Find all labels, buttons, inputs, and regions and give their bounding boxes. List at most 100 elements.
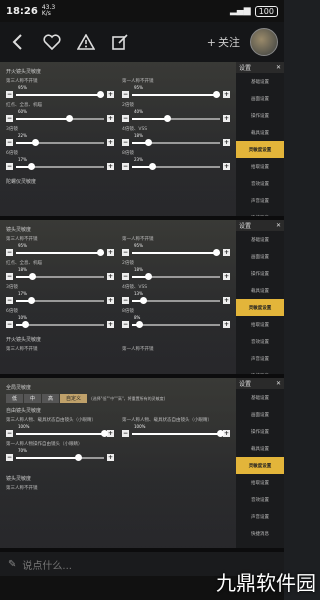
slider-track[interactable] — [132, 162, 220, 170]
slider-handle[interactable] — [164, 114, 172, 122]
sidebar-item[interactable]: 声音设置 — [236, 508, 284, 525]
slider-track[interactable] — [132, 272, 220, 280]
decrease-button[interactable]: − — [6, 321, 13, 328]
slider-track[interactable] — [16, 248, 104, 256]
sidebar-item[interactable]: 载具设置 — [236, 440, 284, 457]
increase-button[interactable]: + — [107, 297, 114, 304]
slider-track[interactable] — [16, 138, 104, 146]
slider-handle[interactable] — [140, 296, 148, 304]
increase-button[interactable]: + — [223, 115, 230, 122]
close-icon[interactable]: ✕ — [276, 380, 281, 387]
sensitivity-slider[interactable]: − + — [6, 162, 114, 171]
slider-track[interactable] — [16, 162, 104, 170]
sensitivity-slider[interactable]: − + — [122, 296, 230, 305]
sidebar-item[interactable]: 声音设置 — [236, 192, 284, 209]
slider-handle[interactable] — [144, 138, 152, 146]
sensitivity-slider[interactable]: − + — [6, 296, 114, 305]
increase-button[interactable]: + — [223, 139, 230, 146]
slider-handle[interactable] — [144, 272, 152, 280]
back-icon[interactable] — [6, 30, 30, 54]
increase-button[interactable]: + — [107, 163, 114, 170]
share-edit-icon[interactable] — [108, 30, 132, 54]
increase-button[interactable]: + — [107, 430, 114, 437]
sidebar-item[interactable]: 音效设置 — [236, 333, 284, 350]
slider-handle[interactable] — [27, 162, 35, 170]
slider-handle[interactable] — [65, 114, 73, 122]
report-warning-icon[interactable] — [74, 30, 98, 54]
slider-handle[interactable] — [74, 453, 82, 461]
slider-handle[interactable] — [101, 429, 108, 437]
slider-track[interactable] — [16, 453, 104, 461]
sidebar-item[interactable]: 灵敏度设置 — [236, 457, 284, 474]
decrease-button[interactable]: − — [122, 249, 129, 256]
decrease-button[interactable]: − — [6, 139, 13, 146]
sidebar-item[interactable]: 载具设置 — [236, 124, 284, 141]
sensitivity-slider[interactable]: − + — [122, 138, 230, 147]
slider-track[interactable] — [132, 248, 220, 256]
decrease-button[interactable]: − — [122, 430, 129, 437]
sensitivity-slider[interactable]: − + — [6, 429, 114, 438]
sensitivity-slider[interactable]: − + — [6, 272, 114, 281]
post-image-feed[interactable]: 开火镜头灵敏度 第三人称不开镜 95% − + 第一人称不开镜 95% − + 红点、全息、机瞄… — [0, 62, 284, 552]
sidebar-item[interactable]: 载具设置 — [236, 282, 284, 299]
increase-button[interactable]: + — [223, 297, 230, 304]
slider-track[interactable] — [16, 296, 104, 304]
sidebar-item[interactable]: 灵敏度设置 — [236, 141, 284, 158]
sensitivity-slider[interactable]: − + — [6, 453, 114, 462]
increase-button[interactable]: + — [223, 91, 230, 98]
increase-button[interactable]: + — [107, 91, 114, 98]
sidebar-item[interactable]: 灵敏度设置 — [236, 299, 284, 316]
slider-handle[interactable] — [96, 248, 104, 256]
slider-track[interactable] — [16, 114, 104, 122]
author-avatar[interactable] — [250, 28, 278, 56]
increase-button[interactable]: + — [107, 115, 114, 122]
decrease-button[interactable]: − — [6, 115, 13, 122]
slider-track[interactable] — [16, 272, 104, 280]
slider-handle[interactable] — [217, 429, 224, 437]
increase-button[interactable]: + — [107, 321, 114, 328]
sidebar-item[interactable]: 基础设置 — [236, 231, 284, 248]
close-icon[interactable]: ✕ — [276, 222, 281, 229]
slider-handle[interactable] — [32, 138, 40, 146]
comment-input[interactable]: 说点什么... — [22, 557, 72, 572]
decrease-button[interactable]: − — [6, 91, 13, 98]
sensitivity-slider[interactable]: − + — [122, 114, 230, 123]
sensitivity-slider[interactable]: − + — [6, 248, 114, 257]
sidebar-item[interactable]: 画面设置 — [236, 90, 284, 107]
follow-button[interactable]: + 关注 — [207, 34, 240, 50]
sidebar-item[interactable]: 基础设置 — [236, 73, 284, 90]
slider-handle[interactable] — [21, 320, 29, 328]
sensitivity-slider[interactable]: − + — [122, 248, 230, 257]
sidebar-item[interactable]: 声音设置 — [236, 350, 284, 367]
slider-handle[interactable] — [149, 162, 157, 170]
decrease-button[interactable]: − — [6, 249, 13, 256]
slider-handle[interactable] — [96, 90, 104, 98]
slider-handle[interactable] — [212, 248, 220, 256]
decrease-button[interactable]: − — [6, 273, 13, 280]
close-icon[interactable]: ✕ — [276, 64, 281, 71]
slider-track[interactable] — [132, 114, 220, 122]
sidebar-item[interactable]: 音效设置 — [236, 491, 284, 508]
decrease-button[interactable]: − — [122, 273, 129, 280]
slider-handle[interactable] — [27, 296, 35, 304]
decrease-button[interactable]: − — [122, 321, 129, 328]
preset-custom[interactable]: 自定义 — [60, 394, 88, 403]
sidebar-item[interactable]: 拾取设置 — [236, 474, 284, 491]
sensitivity-slider[interactable]: − + — [6, 320, 114, 329]
preset-high[interactable]: 高 — [42, 394, 60, 403]
slider-handle[interactable] — [28, 272, 36, 280]
slider-track[interactable] — [132, 138, 220, 146]
slider-track[interactable] — [132, 90, 220, 98]
sidebar-item[interactable]: 画面设置 — [236, 248, 284, 265]
decrease-button[interactable]: − — [122, 139, 129, 146]
increase-button[interactable]: + — [223, 249, 230, 256]
sidebar-item[interactable]: 快捷消息 — [236, 367, 284, 375]
decrease-button[interactable]: − — [6, 454, 13, 461]
sensitivity-slider[interactable]: − + — [122, 162, 230, 171]
sidebar-item[interactable]: 拾取设置 — [236, 158, 284, 175]
sidebar-item[interactable]: 快捷消息 — [236, 525, 284, 542]
decrease-button[interactable]: − — [122, 163, 129, 170]
increase-button[interactable]: + — [107, 249, 114, 256]
slider-track[interactable] — [132, 320, 220, 328]
slider-track[interactable] — [132, 429, 224, 437]
